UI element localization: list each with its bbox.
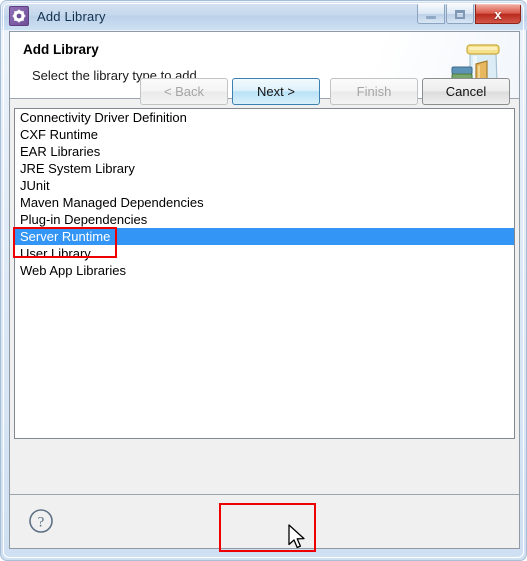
close-icon: x [494, 6, 502, 22]
list-item[interactable]: Plug-in Dependencies [15, 211, 514, 228]
back-button-label: < Back [163, 84, 205, 99]
list-item[interactable]: EAR Libraries [15, 143, 514, 160]
library-type-list[interactable]: Connectivity Driver Definition CXF Runti… [14, 108, 515, 439]
cancel-button[interactable]: Cancel [422, 78, 510, 105]
list-item[interactable]: Connectivity Driver Definition [15, 109, 514, 126]
next-button[interactable]: Next > [232, 78, 320, 105]
list-item[interactable]: User Library [15, 245, 514, 262]
minimize-icon [426, 15, 436, 19]
dialog-window: Add Library x Add Library Select the lib… [0, 0, 527, 561]
list-item[interactable]: CXF Runtime [15, 126, 514, 143]
minimize-button[interactable] [417, 4, 445, 24]
title-bar[interactable]: Add Library x [2, 2, 527, 30]
finish-button-label: Finish [356, 84, 392, 99]
list-item[interactable]: JRE System Library [15, 160, 514, 177]
window-title: Add Library [37, 8, 106, 24]
dialog-button-bar: ? [10, 495, 519, 548]
cancel-button-label: Cancel [445, 84, 487, 99]
dialog-client-area: Add Library Select the library type to a… [9, 31, 520, 549]
close-button[interactable]: x [475, 4, 521, 24]
finish-button[interactable]: Finish [330, 78, 418, 105]
list-item[interactable]: Web App Libraries [15, 262, 514, 279]
gear-icon [9, 6, 29, 26]
help-button[interactable]: ? [28, 508, 54, 534]
window-controls: x [417, 4, 521, 24]
next-button-label: Next > [257, 84, 295, 99]
maximize-button[interactable] [446, 4, 474, 24]
back-button[interactable]: < Back [140, 78, 228, 105]
list-item-selected[interactable]: Server Runtime [15, 228, 514, 245]
maximize-icon [455, 9, 465, 19]
page-title: Add Library [23, 42, 99, 57]
list-item[interactable]: JUnit [15, 177, 514, 194]
svg-text:?: ? [38, 515, 45, 531]
list-item[interactable]: Maven Managed Dependencies [15, 194, 514, 211]
